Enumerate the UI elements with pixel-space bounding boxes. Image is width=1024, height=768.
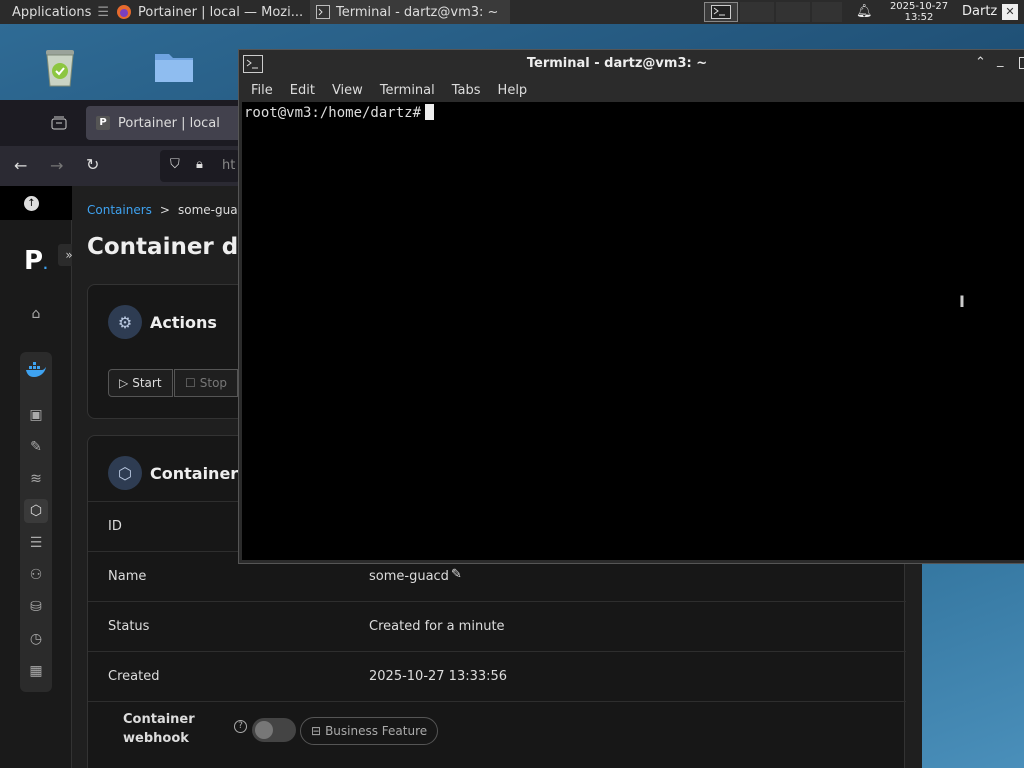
- reload-icon[interactable]: ↻: [86, 155, 99, 174]
- events-icon[interactable]: ◷: [24, 627, 48, 651]
- row-value: Created for a minute: [369, 619, 505, 634]
- portainer-logo[interactable]: P.: [24, 246, 48, 276]
- images-icon[interactable]: ☰: [24, 531, 48, 555]
- home-icon[interactable]: ⌂: [24, 302, 48, 326]
- gear-icon: ⚙: [108, 305, 142, 339]
- applications-menu[interactable]: Applications ☰: [0, 0, 110, 24]
- actions-title: Actions: [150, 313, 217, 332]
- clock-date: 2025-10-27: [889, 1, 949, 12]
- taskbar-item-firefox[interactable]: Portainer | local — Mozi...: [110, 0, 310, 24]
- user-name[interactable]: Dartz: [962, 4, 997, 19]
- back-icon[interactable]: ←: [14, 156, 27, 175]
- toggle-knob: [255, 721, 273, 739]
- tab-overview-icon[interactable]: [50, 115, 68, 131]
- trash-icon[interactable]: [36, 42, 84, 90]
- terminal-menubar: File Edit View Terminal Tabs Help: [239, 78, 1024, 102]
- portainer-favicon-icon: P: [96, 116, 110, 130]
- lock-icon[interactable]: 🔒︎: [196, 157, 203, 172]
- docker-icon[interactable]: [24, 358, 48, 382]
- table-row: Created 2025-10-27 13:33:56: [88, 651, 906, 701]
- webhook-toggle[interactable]: [252, 718, 296, 742]
- folder-icon[interactable]: [150, 42, 198, 90]
- volumes-icon[interactable]: ⛁: [24, 595, 48, 619]
- shield-icon[interactable]: ⛉: [170, 157, 180, 172]
- menu-tabs[interactable]: Tabs: [452, 83, 481, 98]
- breadcrumb-containers-link[interactable]: Containers: [87, 203, 152, 217]
- clock[interactable]: 2025-10-27 13:52: [880, 1, 958, 23]
- start-button[interactable]: ▷ Start: [108, 369, 173, 397]
- start-label: Start: [132, 376, 162, 390]
- breadcrumb-current: some-guac: [177, 203, 245, 217]
- host-icon[interactable]: ▦: [24, 659, 48, 683]
- business-feature-badge[interactable]: ⊟ Business Feature: [300, 717, 439, 745]
- close-icon[interactable]: [1019, 57, 1024, 69]
- stop-icon: ☐: [185, 376, 196, 390]
- url-bar[interactable]: ⛉ 🔒︎ ht: [160, 150, 240, 182]
- cube-icon: ⬡: [108, 456, 142, 490]
- terminal-prompt: root@vm3:/home/dartz#: [244, 105, 422, 121]
- breadcrumb: Containers > some-guac: [87, 203, 244, 217]
- play-icon: ▷: [119, 376, 129, 390]
- terminal-titlebar[interactable]: Terminal - dartz@vm3: ~ ⌃ _: [239, 50, 1024, 78]
- menu-edit[interactable]: Edit: [290, 83, 315, 98]
- url-text: ht: [222, 158, 236, 173]
- containers-icon[interactable]: ⬡: [24, 499, 48, 523]
- sidebar-top: ↑: [0, 186, 72, 220]
- row-value: 2025-10-27 13:33:56: [369, 669, 508, 684]
- stop-label: Stop: [199, 376, 228, 390]
- menu-terminal[interactable]: Terminal: [380, 83, 435, 98]
- templates-icon[interactable]: ✎: [24, 435, 48, 459]
- briefcase-icon: ⊟: [311, 724, 322, 738]
- terminal-icon: [711, 5, 731, 19]
- row-value: some-guacd: [369, 569, 449, 584]
- upgrade-icon[interactable]: ↑: [24, 196, 39, 211]
- text-cursor-icon: I: [959, 292, 965, 311]
- taskbar-item-label: Portainer | local — Mozi...: [138, 4, 304, 20]
- networks-icon[interactable]: ⚇: [24, 563, 48, 587]
- workspace-switcher-4[interactable]: [812, 2, 842, 22]
- business-feature-label: Business Feature: [325, 724, 428, 738]
- logout-icon[interactable]: ✕: [1002, 4, 1018, 20]
- workspace-switcher-2[interactable]: [740, 2, 774, 22]
- portainer-sidebar: ↑ P. » ⌂ ▣ ✎ ≋ ⬡ ☰ ⚇ ⛁ ◷ ▦: [0, 186, 80, 768]
- applications-label: Applications: [12, 4, 92, 20]
- edit-icon[interactable]: ✎: [451, 567, 462, 582]
- workspace-switcher-3[interactable]: [776, 2, 810, 22]
- minimize-icon[interactable]: _: [997, 53, 1004, 68]
- webhook-row: Container webhook ? ⊟ Business Feature: [88, 701, 906, 761]
- firefox-icon: [117, 5, 131, 19]
- clock-time: 13:52: [904, 12, 934, 23]
- terminal-title: Terminal - dartz@vm3: ~: [526, 56, 708, 71]
- terminal-window: Terminal - dartz@vm3: ~ ⌃ _ File Edit Vi…: [238, 49, 1024, 564]
- top-panel: Applications ☰ Portainer | local — Mozi.…: [0, 0, 1024, 24]
- webhook-label: Container webhook: [123, 712, 195, 746]
- menu-help[interactable]: Help: [498, 83, 528, 98]
- help-icon[interactable]: ?: [234, 720, 247, 733]
- menu-view[interactable]: View: [332, 83, 363, 98]
- terminal-icon: [316, 5, 330, 19]
- workspace-switcher-1[interactable]: [704, 2, 738, 22]
- page-title: Container de: [87, 234, 254, 260]
- stacks-icon[interactable]: ≋: [24, 467, 48, 491]
- table-row: Status Created for a minute: [88, 601, 906, 651]
- row-key: Name: [108, 569, 147, 584]
- browser-tab-title: Portainer | local: [118, 115, 220, 131]
- row-key: ID: [108, 519, 122, 534]
- row-key: Status: [108, 619, 150, 634]
- browser-tab[interactable]: P Portainer | local: [86, 106, 246, 140]
- taskbar-item-label: Terminal - dartz@vm3: ~: [336, 4, 499, 20]
- maximize-icon[interactable]: ⌃: [975, 55, 986, 70]
- forward-icon[interactable]: →: [50, 156, 63, 175]
- menu-file[interactable]: File: [251, 83, 273, 98]
- stop-button[interactable]: ☐ Stop: [174, 369, 239, 397]
- breadcrumb-separator: >: [159, 203, 170, 217]
- bell-icon[interactable]: 🔔︎: [856, 4, 873, 20]
- row-key: Created: [108, 669, 160, 684]
- dashboard-icon[interactable]: ▣: [24, 403, 48, 427]
- taskbar-item-terminal[interactable]: Terminal - dartz@vm3: ~: [310, 0, 510, 24]
- terminal-cursor: [425, 104, 435, 120]
- terminal-output[interactable]: root@vm3:/home/dartz#: [242, 102, 1024, 560]
